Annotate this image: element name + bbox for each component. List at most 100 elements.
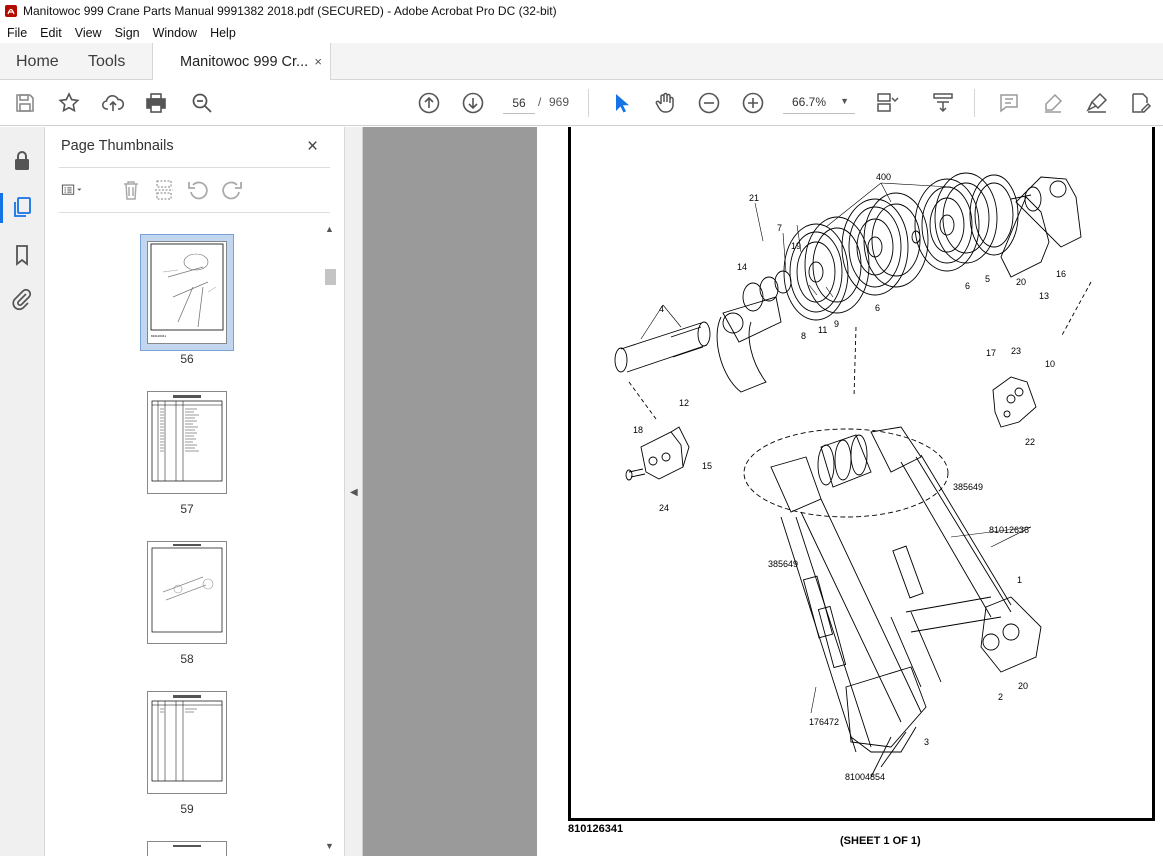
thumbnail-label: 59 <box>180 802 194 816</box>
hand-icon[interactable] <box>652 90 678 116</box>
callout-label: 20 <box>1016 277 1026 287</box>
thumbnail-page-next[interactable] <box>147 841 227 856</box>
callout-label: 5 <box>985 274 990 284</box>
zoom-in-icon[interactable] <box>740 90 766 116</box>
thumbnail-page-57[interactable] <box>147 391 227 494</box>
rotate-clockwise-icon[interactable] <box>220 178 244 202</box>
page-down-icon[interactable] <box>460 90 486 116</box>
callout-label: 385649 <box>768 559 798 569</box>
zoom-value: 66.7% <box>792 95 827 109</box>
active-indicator <box>0 193 3 223</box>
collapse-left-icon[interactable]: ◀ <box>350 487 358 498</box>
thumbnail-drawing-preview: 810126341 <box>150 243 224 338</box>
main-toolbar: / 969 66.7% ▼ <box>0 80 1163 126</box>
callout-label: 8 <box>801 331 806 341</box>
scroll-up-icon[interactable]: ▲ <box>325 224 334 234</box>
delete-icon[interactable] <box>119 178 143 202</box>
page-layout-icon[interactable] <box>874 90 900 116</box>
zoom-search-icon[interactable] <box>189 90 215 116</box>
callout-label: 18 <box>633 425 643 435</box>
bookmark-star-icon[interactable] <box>56 90 82 116</box>
tab-bar: Home Tools Manitowoc 999 Cr... × <box>0 43 1163 81</box>
page-thumbnails-panel: Page Thumbnails × 810126341 56 57 58 59 … <box>45 127 345 856</box>
menu-window[interactable]: Window <box>146 26 203 40</box>
callout-label: 12 <box>679 398 689 408</box>
attachment-icon[interactable] <box>10 287 34 311</box>
menu-view[interactable]: View <box>68 26 108 40</box>
callout-label: 2 <box>998 692 1003 702</box>
chevron-down-icon: ▼ <box>840 96 849 106</box>
svg-text:810126341: 810126341 <box>151 334 166 338</box>
scrollbar-track <box>322 221 338 856</box>
thumbnail-page-56[interactable]: 810126341 <box>147 241 227 344</box>
callout-label: 176472 <box>809 717 839 727</box>
thumbnail-scrollbar[interactable]: ▲ ▼ <box>322 221 338 856</box>
menu-file[interactable]: File <box>0 26 33 40</box>
menu-edit[interactable]: Edit <box>33 26 68 40</box>
callout-label: 19 <box>791 241 801 251</box>
menu-help[interactable]: Help <box>203 26 242 40</box>
callout-label: 6 <box>875 303 880 313</box>
callout-label: 11 <box>818 325 827 335</box>
dashed-leaders <box>628 281 1092 420</box>
thumbnail-page-58[interactable] <box>147 541 227 644</box>
callout-label: 81012636 <box>989 525 1029 535</box>
extract-pages-icon[interactable] <box>152 178 176 202</box>
title-bar: Manitowoc 999 Crane Parts Manual 9991382… <box>0 0 1163 22</box>
tab-tools[interactable]: Tools <box>88 43 125 80</box>
callout-label: 15 <box>702 461 712 471</box>
zoom-out-icon[interactable] <box>696 90 722 116</box>
callout-label: 22 <box>1025 437 1035 447</box>
tab-document[interactable]: Manitowoc 999 Cr... × <box>152 43 331 81</box>
rotate-counterclockwise-icon[interactable] <box>186 178 210 202</box>
select-cursor-icon[interactable] <box>608 90 634 116</box>
thumbnail-options-icon[interactable] <box>61 178 85 202</box>
page-separator: / <box>538 95 542 109</box>
callout-label: 13 <box>1039 291 1049 301</box>
save-icon[interactable] <box>12 90 38 116</box>
comment-icon[interactable] <box>996 90 1022 116</box>
thumbnail-table-preview <box>151 395 223 482</box>
print-icon[interactable] <box>143 90 169 116</box>
pdf-page: 400 21 7 19 14 4 8 11 9 6 6 5 20 13 16 1… <box>537 127 1163 856</box>
tab-close-icon[interactable]: × <box>314 54 322 69</box>
tab-document-label: Manitowoc 999 Cr... <box>180 54 309 70</box>
thumbnail-toolbar <box>59 167 330 213</box>
page-total: 969 <box>549 95 570 109</box>
callout-label: 24 <box>659 503 669 513</box>
page-thumbnails-icon[interactable] <box>10 195 34 219</box>
thumbnail-page-59[interactable] <box>147 691 227 794</box>
close-icon[interactable]: × <box>307 136 318 158</box>
bracket-right <box>992 376 1037 428</box>
toolbar-divider <box>588 89 589 117</box>
thumbnail-drawing-preview <box>151 544 223 633</box>
scrollbar-thumb[interactable] <box>325 269 336 285</box>
drawing-number: 810126341 <box>568 823 624 835</box>
callout-label: 400 <box>876 172 891 182</box>
page-up-icon[interactable] <box>416 90 442 116</box>
callout-label: 10 <box>1045 359 1055 369</box>
toolbar-divider <box>974 89 975 117</box>
bookmark-icon[interactable] <box>10 243 34 267</box>
page-number-input[interactable] <box>503 92 535 114</box>
panel-collapse-strip[interactable]: ◀ <box>345 127 363 856</box>
document-view[interactable]: 400 21 7 19 14 4 8 11 9 6 6 5 20 13 16 1… <box>363 127 1163 856</box>
highlight-icon[interactable] <box>1040 90 1066 116</box>
menu-bar: File Edit View Sign Window Help <box>0 22 1163 43</box>
acrobat-logo-icon <box>5 5 17 17</box>
scroll-down-icon[interactable]: ▼ <box>325 841 334 851</box>
callout-label: 3 <box>924 737 929 747</box>
zoom-dropdown[interactable]: 66.7% ▼ <box>783 92 855 114</box>
upload-icon[interactable] <box>100 90 126 116</box>
sign-icon[interactable] <box>1084 90 1110 116</box>
callout-label: 4 <box>659 304 664 314</box>
thumbnail-label: 58 <box>180 652 194 666</box>
menu-sign[interactable]: Sign <box>108 26 146 40</box>
callout-label: 17 <box>986 348 996 358</box>
callout-label: 7 <box>777 223 782 233</box>
tab-home[interactable]: Home <box>16 43 59 80</box>
scroll-mode-icon[interactable] <box>930 90 956 116</box>
edit-pdf-icon[interactable] <box>1127 90 1153 116</box>
sheet-label: (SHEET 1 OF 1) <box>840 835 921 847</box>
lock-icon[interactable] <box>10 149 34 173</box>
